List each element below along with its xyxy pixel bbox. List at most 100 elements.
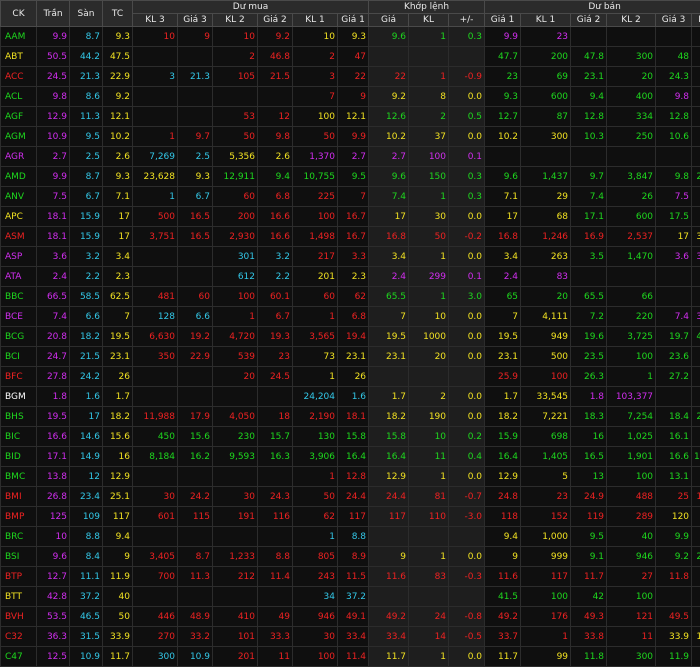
ask-kl2-cell[interactable]: 2,537 bbox=[607, 227, 656, 247]
bid-gia2-cell[interactable]: 2.6 bbox=[258, 147, 293, 167]
bid-gia2-cell[interactable]: 15.7 bbox=[258, 427, 293, 447]
table-row[interactable]: AGR2.72.52.67,2692.55,3562.61,3702.72.71… bbox=[1, 147, 700, 167]
ask-gia3-cell[interactable] bbox=[656, 387, 692, 407]
bid-kl2-cell[interactable]: 410 bbox=[213, 607, 258, 627]
symbol-cell[interactable]: ANV bbox=[1, 187, 37, 207]
bid-kl1-cell[interactable]: 100 bbox=[293, 647, 338, 667]
table-row[interactable]: ATA2.42.22.36122.22012.32.42990.12.483 bbox=[1, 267, 700, 287]
bid-gia1-cell[interactable]: 47 bbox=[338, 47, 369, 67]
ask-kl2-cell[interactable]: 250 bbox=[607, 127, 656, 147]
bid-kl1-cell[interactable]: 30 bbox=[293, 627, 338, 647]
bid-gia1-cell[interactable]: 26 bbox=[338, 367, 369, 387]
symbol-cell[interactable]: ABT bbox=[1, 47, 37, 67]
table-row[interactable]: C4712.510.911.730010.92011110011.411.710… bbox=[1, 647, 700, 667]
ask-kl2-cell[interactable]: 289 bbox=[607, 507, 656, 527]
bid-kl3-cell[interactable] bbox=[133, 247, 178, 267]
col-ask-kl2[interactable]: KL 2 bbox=[607, 14, 656, 27]
bid-gia1-cell[interactable]: 12.1 bbox=[338, 107, 369, 127]
bid-kl3-cell[interactable]: 128 bbox=[133, 307, 178, 327]
table-row[interactable]: BTT42.837.2403437.241.510042100 bbox=[1, 587, 700, 607]
ask-kl3-cell[interactable]: 1,030 bbox=[692, 627, 700, 647]
bid-kl3-cell[interactable]: 270 bbox=[133, 627, 178, 647]
ask-gia2-cell[interactable] bbox=[571, 267, 607, 287]
bid-kl1-cell[interactable]: 1 bbox=[293, 527, 338, 547]
bid-kl1-cell[interactable]: 201 bbox=[293, 267, 338, 287]
bid-gia2-cell[interactable]: 23 bbox=[258, 347, 293, 367]
ask-kl1-cell[interactable]: 200 bbox=[521, 47, 571, 67]
bid-kl2-cell[interactable]: 60 bbox=[213, 187, 258, 207]
bid-gia3-cell[interactable]: 6.6 bbox=[178, 307, 213, 327]
table-row[interactable]: ACC24.521.322.9321.310521.5322221-0.9236… bbox=[1, 67, 700, 87]
bid-kl3-cell[interactable]: 500 bbox=[133, 207, 178, 227]
bid-gia1-cell[interactable]: 16.7 bbox=[338, 207, 369, 227]
ask-kl1-cell[interactable]: 68 bbox=[521, 207, 571, 227]
ask-kl3-cell[interactable]: 4,270 bbox=[692, 327, 700, 347]
ask-gia3-cell[interactable]: 3.6 bbox=[656, 247, 692, 267]
symbol-cell[interactable]: C32 bbox=[1, 627, 37, 647]
ask-gia3-cell[interactable]: 10.6 bbox=[656, 127, 692, 147]
ask-gia1-cell[interactable]: 41.5 bbox=[485, 587, 521, 607]
bid-kl2-cell[interactable]: 101 bbox=[213, 627, 258, 647]
bid-gia2-cell[interactable] bbox=[258, 87, 293, 107]
symbol-cell[interactable]: BCI bbox=[1, 347, 37, 367]
table-row[interactable]: C3236.331.533.927033.210133.33033.433.41… bbox=[1, 627, 700, 647]
table-row[interactable]: BID17.114.9168,18416.29,59316.33,90616.4… bbox=[1, 447, 700, 467]
bid-gia2-cell[interactable]: 16.6 bbox=[258, 207, 293, 227]
symbol-cell[interactable]: BMC bbox=[1, 467, 37, 487]
ask-kl1-cell[interactable]: 949 bbox=[521, 327, 571, 347]
col-ask-gia3[interactable]: Giá 3 bbox=[656, 14, 692, 27]
ask-gia3-cell[interactable] bbox=[656, 287, 692, 307]
ask-kl1-cell[interactable]: 99 bbox=[521, 647, 571, 667]
col-ask-kl1[interactable]: KL 1 bbox=[521, 14, 571, 27]
bid-gia3-cell[interactable] bbox=[178, 107, 213, 127]
ask-kl2-cell[interactable]: 220 bbox=[607, 307, 656, 327]
ask-gia2-cell[interactable]: 12.8 bbox=[571, 107, 607, 127]
ask-kl2-cell[interactable]: 600 bbox=[607, 207, 656, 227]
ask-kl3-cell[interactable]: 3,291 bbox=[692, 247, 700, 267]
bid-kl1-cell[interactable]: 1,498 bbox=[293, 227, 338, 247]
ask-kl2-cell[interactable]: 400 bbox=[607, 87, 656, 107]
bid-gia1-cell[interactable]: 3.3 bbox=[338, 247, 369, 267]
bid-kl1-cell[interactable]: 100 bbox=[293, 207, 338, 227]
ask-gia1-cell[interactable]: 19.5 bbox=[485, 327, 521, 347]
bid-gia1-cell[interactable]: 18.1 bbox=[338, 407, 369, 427]
table-row[interactable]: BSI9.68.493,4058.71,2338.88058.9910.0999… bbox=[1, 547, 700, 567]
ask-gia1-cell[interactable]: 65 bbox=[485, 287, 521, 307]
bid-gia2-cell[interactable]: 24.3 bbox=[258, 487, 293, 507]
ask-kl3-cell[interactable]: 2,942 bbox=[692, 407, 700, 427]
bid-kl2-cell[interactable]: 100 bbox=[213, 287, 258, 307]
ask-gia3-cell[interactable]: 19.7 bbox=[656, 327, 692, 347]
ask-gia2-cell[interactable]: 9.7 bbox=[571, 167, 607, 187]
bid-gia2-cell[interactable]: 9.2 bbox=[258, 27, 293, 47]
ask-gia1-cell[interactable]: 11.6 bbox=[485, 567, 521, 587]
bid-gia2-cell[interactable]: 3.2 bbox=[258, 247, 293, 267]
ask-gia3-cell[interactable]: 24.3 bbox=[656, 67, 692, 87]
table-row[interactable]: APC18.115.91750016.520016.610016.717300.… bbox=[1, 207, 700, 227]
bid-gia3-cell[interactable] bbox=[178, 47, 213, 67]
bid-gia3-cell[interactable]: 21.3 bbox=[178, 67, 213, 87]
ask-gia1-cell[interactable]: 9.9 bbox=[485, 27, 521, 47]
symbol-cell[interactable]: BSI bbox=[1, 547, 37, 567]
ask-gia1-cell[interactable]: 9.4 bbox=[485, 527, 521, 547]
ask-gia2-cell[interactable]: 7.4 bbox=[571, 187, 607, 207]
ask-gia3-cell[interactable]: 49.5 bbox=[656, 607, 692, 627]
bid-gia2-cell[interactable]: 6.8 bbox=[258, 187, 293, 207]
table-row[interactable]: BCE7.46.671286.616.716.87100.074,1117.22… bbox=[1, 307, 700, 327]
ask-kl2-cell[interactable]: 100 bbox=[607, 587, 656, 607]
bid-kl1-cell[interactable]: 2,190 bbox=[293, 407, 338, 427]
col-bid-kl3[interactable]: KL 3 bbox=[133, 14, 178, 27]
bid-kl3-cell[interactable]: 481 bbox=[133, 287, 178, 307]
bid-gia3-cell[interactable]: 16.2 bbox=[178, 447, 213, 467]
ask-gia1-cell[interactable]: 17 bbox=[485, 207, 521, 227]
bid-kl1-cell[interactable]: 2 bbox=[293, 47, 338, 67]
bid-gia3-cell[interactable] bbox=[178, 87, 213, 107]
ask-gia3-cell[interactable]: 12.8 bbox=[656, 107, 692, 127]
ask-kl1-cell[interactable]: 500 bbox=[521, 347, 571, 367]
bid-kl2-cell[interactable]: 105 bbox=[213, 67, 258, 87]
bid-gia1-cell[interactable]: 11.5 bbox=[338, 567, 369, 587]
ask-kl2-cell[interactable]: 3,847 bbox=[607, 167, 656, 187]
ask-kl2-cell[interactable] bbox=[607, 147, 656, 167]
symbol-cell[interactable]: BCE bbox=[1, 307, 37, 327]
ask-gia3-cell[interactable]: 7.4 bbox=[656, 307, 692, 327]
ask-gia3-cell[interactable]: 17.5 bbox=[656, 207, 692, 227]
